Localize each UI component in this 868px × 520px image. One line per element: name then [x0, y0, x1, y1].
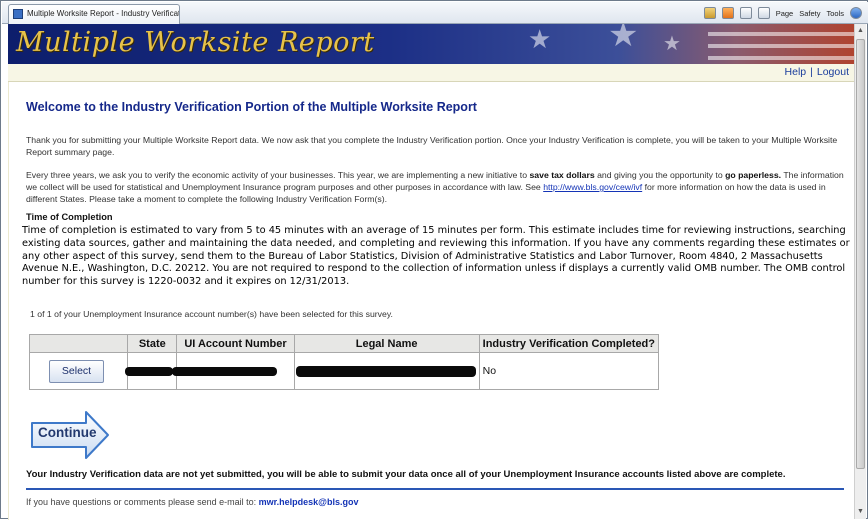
- bls-ivf-link[interactable]: http://www.bls.gov/cew/ivf: [543, 182, 642, 192]
- top-nav: Help | Logout: [8, 64, 855, 82]
- tools-menu[interactable]: Tools: [826, 9, 844, 18]
- para-text: and giving you the opportunity to: [594, 170, 726, 180]
- vertical-scrollbar[interactable]: ▲ ▼: [854, 24, 866, 519]
- ui-account-cell: [172, 352, 295, 390]
- flag-stripe: [708, 44, 855, 48]
- column-header-legal-name: Legal Name: [293, 334, 480, 353]
- tab-title: Multiple Worksite Report - Industry Veri…: [27, 9, 180, 18]
- intro-text: Thank you for submitting your Multiple W…: [26, 135, 838, 157]
- state-cell: [125, 352, 178, 390]
- site-title: Multiple Worksite Report: [16, 27, 375, 58]
- flag-stripe: [708, 32, 855, 36]
- go-paperless-text: go paperless.: [725, 170, 782, 180]
- feeds-icon[interactable]: [721, 7, 734, 19]
- column-header-state: State: [127, 334, 178, 353]
- scroll-up-icon[interactable]: ▲: [856, 26, 865, 36]
- redacted-account-number: [172, 366, 278, 376]
- browser-window: Multiple Worksite Report - Industry Veri…: [0, 0, 868, 520]
- para-text: Every three years, we ask you to verify …: [26, 170, 530, 180]
- column-header-completed: Industry Verification Completed?: [478, 334, 660, 353]
- column-header-action: [28, 334, 129, 353]
- star-icon: ★: [663, 33, 681, 55]
- contact-text: If you have questions or comments please…: [26, 497, 257, 507]
- helpdesk-email-link[interactable]: mwr.helpdesk@bls.gov: [259, 497, 359, 507]
- redacted-state: [125, 366, 174, 376]
- completed-cell: No: [478, 352, 660, 390]
- select-button[interactable]: Select: [49, 359, 104, 383]
- table-header-row: State UI Account Number Legal Name Indus…: [28, 334, 660, 353]
- scroll-down-icon[interactable]: ▼: [856, 507, 865, 517]
- command-bar: Page Safety Tools: [703, 6, 862, 20]
- favicon-icon: [13, 9, 23, 19]
- star-icon: ★: [528, 24, 552, 54]
- nav-separator: |: [810, 66, 813, 78]
- action-cell: Select: [28, 352, 129, 390]
- browser-tab[interactable]: Multiple Worksite Report - Industry Veri…: [8, 4, 180, 24]
- redacted-legal-name: [295, 365, 476, 377]
- time-of-completion-heading: Time of Completion: [26, 212, 113, 222]
- divider: [26, 488, 844, 490]
- save-tax-text: save tax dollars: [529, 170, 595, 180]
- safety-menu[interactable]: Safety: [799, 9, 820, 18]
- flag-stripe: [708, 56, 855, 60]
- logout-link[interactable]: Logout: [817, 66, 849, 78]
- continue-button[interactable]: Continue: [30, 410, 110, 460]
- scrollbar-thumb[interactable]: [856, 39, 865, 469]
- legal-name-cell: [293, 352, 480, 390]
- selected-accounts-note: 1 of 1 of your Unemployment Insurance ac…: [30, 309, 393, 319]
- help-link[interactable]: Help: [785, 66, 807, 78]
- page-title: Welcome to the Industry Verification Por…: [26, 100, 477, 114]
- table-row: Select No: [28, 352, 660, 390]
- verification-paragraph: Every three years, we ask you to verify …: [26, 169, 856, 205]
- submission-notice: Your Industry Verification data are not …: [26, 469, 786, 480]
- mail-icon[interactable]: [739, 7, 752, 19]
- column-header-ui-account: UI Account Number: [176, 334, 295, 353]
- accounts-table: State UI Account Number Legal Name Indus…: [28, 334, 660, 390]
- print-icon[interactable]: [757, 7, 770, 19]
- main-content: Welcome to the Industry Verification Por…: [8, 82, 855, 520]
- browser-toolbar: Multiple Worksite Report - Industry Veri…: [2, 2, 868, 24]
- site-banner: ★ ★ ★ Multiple Worksite Report: [8, 24, 855, 64]
- contact-line: If you have questions or comments please…: [26, 497, 358, 507]
- star-icon: ★: [608, 24, 639, 54]
- time-of-completion-text: Time of completion is estimated to vary …: [22, 225, 850, 288]
- page-menu[interactable]: Page: [776, 9, 794, 18]
- continue-label: Continue: [38, 425, 97, 440]
- home-icon[interactable]: [703, 7, 716, 19]
- help-icon[interactable]: [850, 7, 862, 19]
